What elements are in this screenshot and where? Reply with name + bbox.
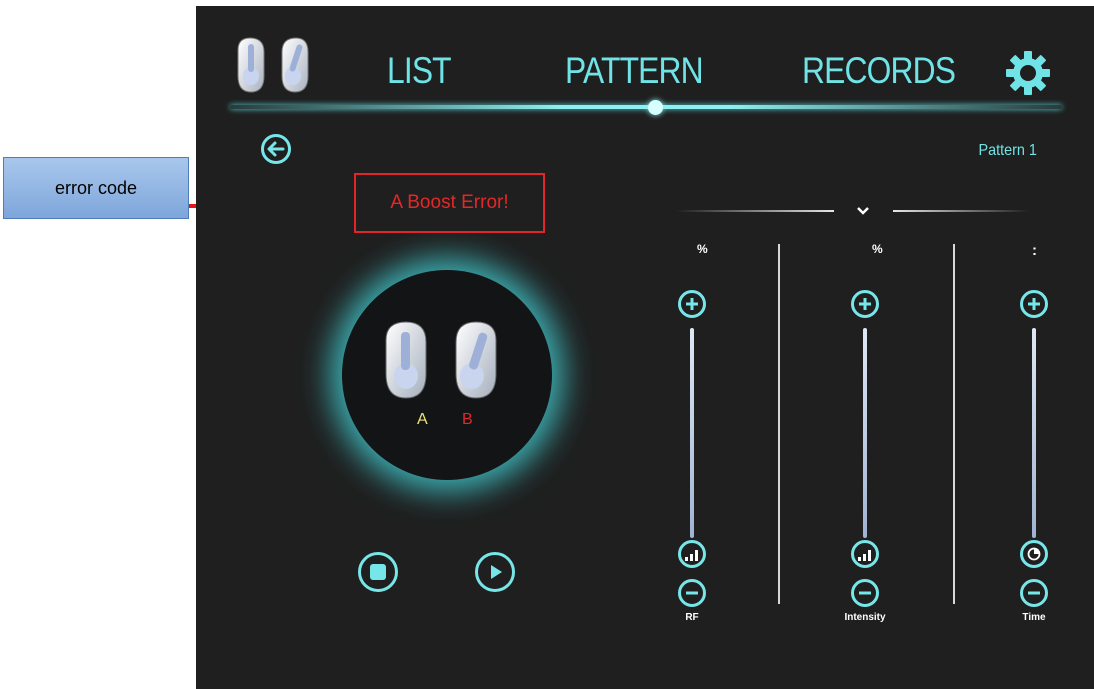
active-tab-dot	[648, 100, 663, 115]
tab-list[interactable]: LIST	[387, 50, 452, 92]
time-slider-track[interactable]	[1032, 328, 1036, 538]
error-message-text: A Boost Error!	[390, 192, 509, 213]
intensity-slider-handle[interactable]	[851, 540, 879, 568]
signal-bars-icon	[858, 550, 871, 561]
error-message-box: A Boost Error!	[354, 173, 545, 233]
rf-slider-handle[interactable]	[678, 540, 706, 568]
stop-button[interactable]	[358, 552, 398, 592]
callout-label: error code	[54, 177, 138, 198]
signal-bars-icon	[685, 550, 698, 561]
pattern-name: Pattern 1	[978, 142, 1037, 159]
time-slider-title: Time	[1022, 612, 1046, 623]
tab-indicator-line	[230, 105, 1062, 109]
tab-records[interactable]: RECORDS	[802, 50, 956, 92]
play-button[interactable]	[475, 552, 515, 592]
device-probes-icon[interactable]	[232, 36, 314, 94]
divider-left	[676, 210, 834, 212]
divider-right	[893, 210, 1029, 212]
clock-icon	[1027, 547, 1041, 561]
probe-pair-icon	[385, 321, 497, 399]
slider-separator	[778, 244, 780, 604]
minus-icon	[859, 591, 871, 595]
rf-decrease-button[interactable]	[678, 579, 706, 607]
plus-icon	[686, 298, 698, 310]
rf-unit: %	[697, 242, 708, 256]
tab-pattern[interactable]: PATTERN	[565, 50, 704, 92]
plus-icon	[1028, 298, 1040, 310]
stop-icon	[370, 564, 386, 580]
chevron-down-icon[interactable]	[857, 206, 869, 215]
intensity-increase-button[interactable]	[851, 290, 879, 318]
time-increase-button[interactable]	[1020, 290, 1048, 318]
probe-b-label: B	[462, 411, 473, 428]
plus-icon	[859, 298, 871, 310]
rf-slider-title: RF	[685, 612, 699, 623]
back-arrow-icon[interactable]	[260, 133, 292, 165]
play-icon	[491, 565, 502, 579]
error-code-callout: error code	[3, 157, 189, 219]
intensity-slider-title: Intensity	[844, 612, 886, 623]
time-unit: :	[1032, 242, 1037, 259]
rf-slider-track[interactable]	[690, 328, 694, 538]
time-decrease-button[interactable]	[1020, 579, 1048, 607]
intensity-unit: %	[872, 242, 883, 256]
minus-icon	[1028, 591, 1040, 595]
gear-icon[interactable]	[1005, 50, 1051, 96]
probe-a-label: A	[417, 411, 428, 428]
slider-separator	[953, 244, 955, 604]
rf-increase-button[interactable]	[678, 290, 706, 318]
app-screen: LIST PATTERN RECORDS Pattern 1 A B % RF …	[196, 6, 1094, 689]
time-slider-handle[interactable]	[1020, 540, 1048, 568]
minus-icon	[686, 591, 698, 595]
intensity-slider-track[interactable]	[863, 328, 867, 538]
intensity-decrease-button[interactable]	[851, 579, 879, 607]
